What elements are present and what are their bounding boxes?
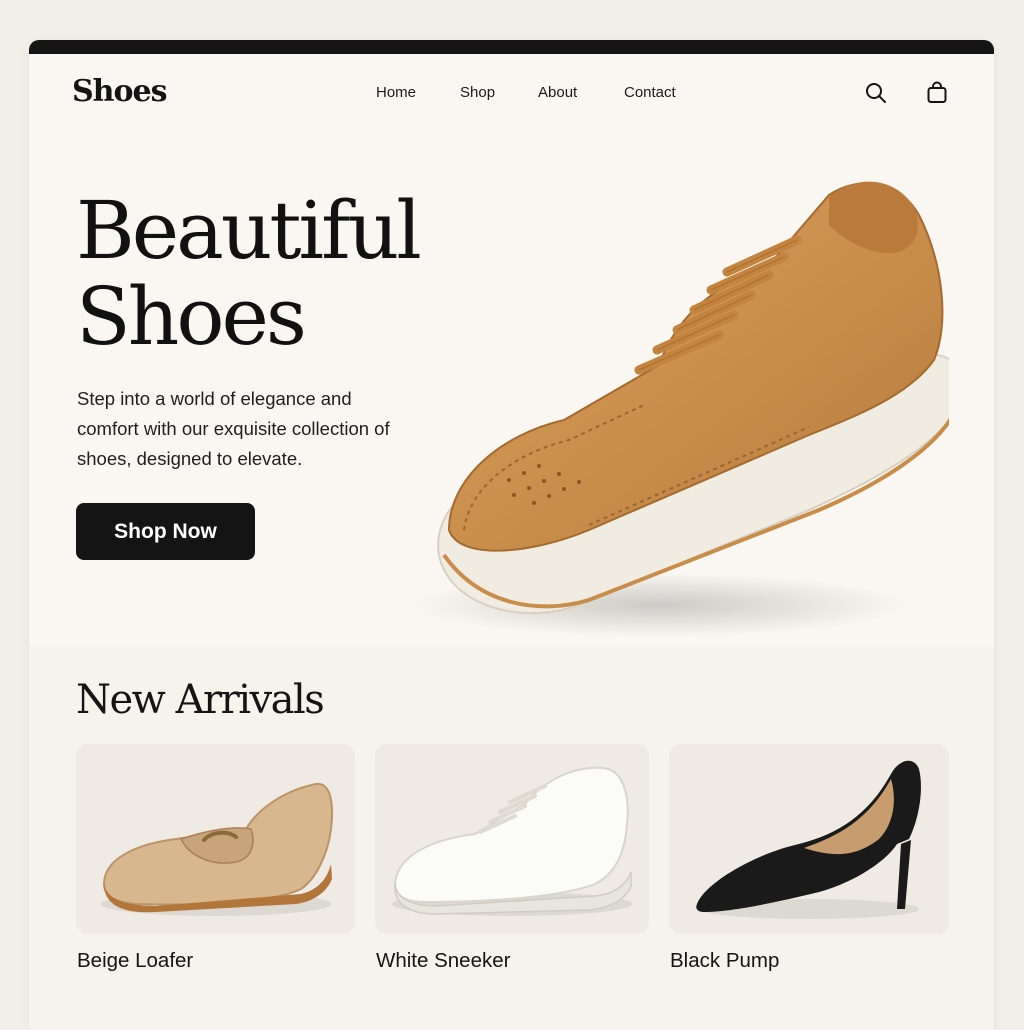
nav-contact-link[interactable]: Contact bbox=[624, 84, 676, 101]
shopping-bag-icon[interactable] bbox=[925, 81, 949, 105]
shop-now-button[interactable]: Shop Now bbox=[76, 503, 255, 560]
hero-sneaker-image bbox=[389, 135, 966, 655]
white-sneaker-image bbox=[375, 744, 649, 934]
product-card-beige-loafer[interactable]: Beige Loafer bbox=[76, 744, 355, 973]
product-name-white-sneaker[interactable]: White Sneeker bbox=[375, 949, 649, 973]
product-name-beige-loafer[interactable]: Beige Loafer bbox=[76, 949, 355, 973]
black-pump-image bbox=[669, 744, 949, 934]
brand-logo[interactable]: Shoes bbox=[72, 74, 167, 109]
product-card-black-pump[interactable]: Black Pump bbox=[669, 744, 949, 973]
nav-about-link[interactable]: About bbox=[538, 84, 577, 101]
hero-subtitle: Step into a world of elegance and comfor… bbox=[77, 388, 390, 469]
product-card-white-sneaker[interactable]: White Sneeker bbox=[375, 744, 649, 973]
nav-home-link[interactable]: Home bbox=[376, 84, 416, 101]
search-icon[interactable] bbox=[864, 81, 888, 105]
hero-title: Beautiful Shoes bbox=[76, 184, 422, 363]
hero-title-line-1: Beautiful bbox=[76, 184, 422, 277]
hero-title-line-2: Shoes bbox=[76, 270, 307, 363]
new-arrivals-title: New Arrivals bbox=[76, 677, 325, 723]
browser-window: Shoes Home Shop About Contact Beautiful … bbox=[29, 40, 994, 1030]
nav-shop-link[interactable]: Shop bbox=[460, 84, 495, 101]
product-name-black-pump[interactable]: Black Pump bbox=[669, 949, 949, 973]
beige-loafer-image bbox=[76, 744, 355, 934]
window-top-bar bbox=[29, 40, 994, 54]
